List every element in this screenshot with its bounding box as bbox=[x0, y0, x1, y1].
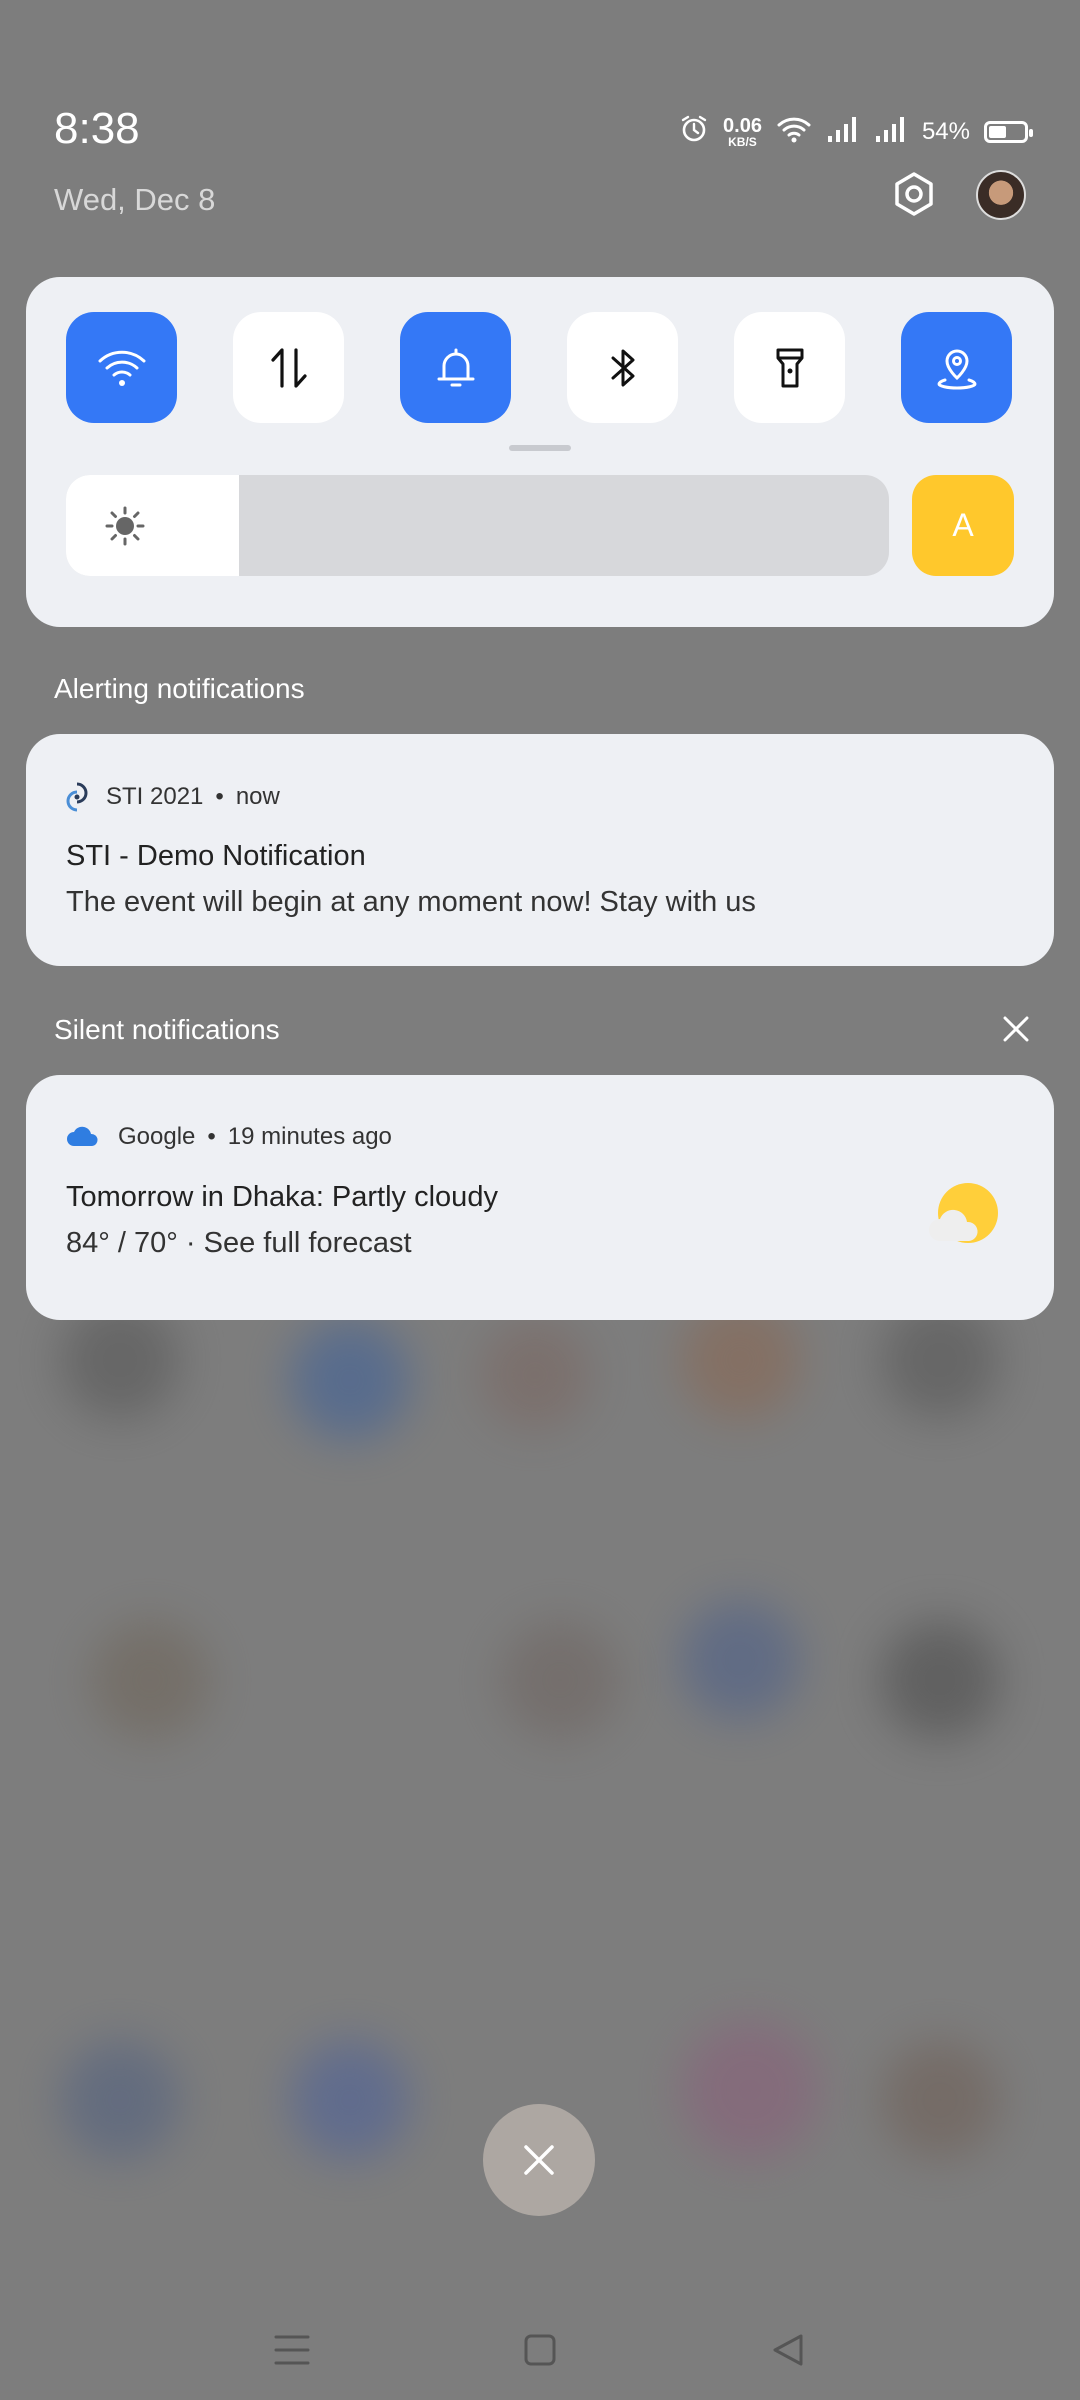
google-weather-card[interactable]: Google • 19 minutes ago Tomorrow in Dhak… bbox=[26, 1075, 1054, 1320]
notification-body: 84° / 70° · See full forecast bbox=[66, 1227, 412, 1259]
clock: 8:38 bbox=[54, 104, 140, 153]
signal-2-icon bbox=[874, 114, 908, 149]
menu-icon bbox=[274, 2335, 310, 2365]
brightness-slider[interactable] bbox=[66, 475, 889, 576]
date: Wed, Dec 8 bbox=[54, 182, 216, 217]
signal-1-icon bbox=[826, 114, 860, 149]
notification-header: Google • 19 minutes ago bbox=[66, 1123, 392, 1151]
status-bar: 8:38 0.06 KB/S 54% Wed, Dec 8 bbox=[0, 0, 1080, 220]
gear-icon bbox=[895, 172, 933, 216]
sti-app-icon bbox=[66, 782, 88, 812]
battery-icon bbox=[984, 120, 1033, 143]
bluetooth-icon bbox=[611, 349, 634, 386]
separator-dot: • bbox=[215, 783, 224, 810]
location-toggle[interactable] bbox=[901, 312, 1012, 423]
silent-section-title: Silent notifications bbox=[54, 1014, 280, 1045]
notification-body: The event will begin at any moment now! … bbox=[66, 886, 756, 918]
back-icon bbox=[773, 2334, 803, 2366]
notification-time: 19 minutes ago bbox=[227, 1123, 392, 1150]
auto-brightness-button[interactable]: A bbox=[912, 475, 1014, 576]
clear-silent-button[interactable] bbox=[998, 1011, 1034, 1047]
quick-settings-panel: A bbox=[26, 277, 1054, 627]
close-icon bbox=[1003, 1016, 1029, 1042]
home-icon bbox=[524, 2334, 556, 2366]
status-icons: 0.06 KB/S 54% bbox=[679, 114, 1033, 149]
menu-button[interactable] bbox=[266, 2324, 318, 2376]
notification-title: Tomorrow in Dhaka: Partly cloudy bbox=[66, 1181, 498, 1213]
notification-header: STI 2021 • now bbox=[66, 782, 280, 812]
bluetooth-toggle[interactable] bbox=[567, 312, 678, 423]
notification-title: STI - Demo Notification bbox=[66, 840, 366, 872]
separator-dot: • bbox=[207, 1123, 216, 1150]
notification-time: now bbox=[235, 783, 280, 810]
notification-app-name: STI 2021 bbox=[106, 783, 204, 810]
close-icon bbox=[524, 2145, 554, 2175]
avatar[interactable] bbox=[976, 170, 1026, 220]
home-button[interactable] bbox=[514, 2324, 566, 2376]
battery-level bbox=[989, 125, 1006, 138]
flashlight-icon bbox=[776, 348, 803, 387]
partly-cloudy-icon bbox=[926, 1179, 1002, 1260]
wifi-icon bbox=[98, 350, 145, 386]
mobile-data-icon bbox=[270, 347, 307, 388]
location-icon bbox=[936, 349, 977, 390]
sound-toggle[interactable] bbox=[400, 312, 511, 423]
settings-button[interactable] bbox=[888, 168, 940, 220]
alarm-icon bbox=[679, 114, 709, 149]
mobile-data-toggle[interactable] bbox=[233, 312, 344, 423]
brightness-level bbox=[66, 475, 239, 576]
back-button[interactable] bbox=[762, 2324, 814, 2376]
notification-app-name: Google bbox=[118, 1123, 196, 1150]
alerting-section-title: Alerting notifications bbox=[54, 673, 305, 704]
flashlight-toggle[interactable] bbox=[734, 312, 845, 423]
bell-icon bbox=[437, 348, 474, 386]
wifi-status-icon bbox=[776, 114, 812, 149]
navigation-bar bbox=[0, 2300, 1080, 2400]
wifi-toggle[interactable] bbox=[66, 312, 177, 423]
network-speed: 0.06 KB/S bbox=[723, 114, 762, 149]
sti-notification-card[interactable]: STI 2021 • now STI - Demo Notification T… bbox=[26, 734, 1054, 966]
cloud-app-icon bbox=[66, 1126, 100, 1148]
close-panel-button[interactable] bbox=[483, 2104, 595, 2216]
brightness-icon bbox=[104, 505, 146, 552]
battery-percent: 54% bbox=[921, 117, 970, 145]
drag-handle[interactable] bbox=[509, 445, 571, 451]
